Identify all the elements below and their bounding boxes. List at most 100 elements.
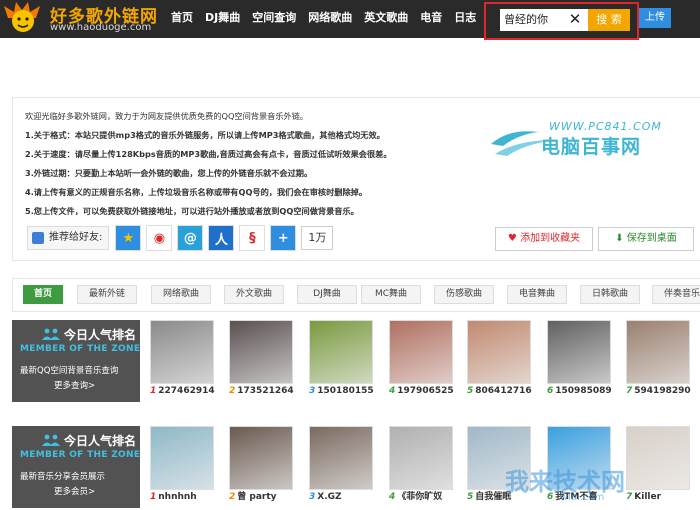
nav-internet-songs[interactable]: 网络歌曲 [303,0,357,38]
avatar-caption[interactable]: 3 150180155 [309,384,375,398]
list-item: 3 150180155 [309,320,375,398]
brand-name: 电脑百事网 [541,136,642,158]
avatar[interactable] [309,426,373,490]
list-item: 3 X.GZ [309,426,375,504]
save-to-desktop-label: 保存到桌面 [626,233,677,244]
avatar[interactable] [229,426,293,490]
tab-foreign[interactable]: 外文歌曲 [224,285,284,304]
intro-rule-4: 4.请上传有意义的正规音乐名称，上传垃圾音乐名称或带有QQ号的，我们会在审核时删… [25,187,368,197]
tab-dj[interactable]: DJ舞曲 [297,285,357,304]
brand-watermark: WWW.PC841.COM 电脑百事网 [489,116,689,164]
rank-row-songs: 今日人气排名 MEMBER OF THE ZONE 最新QQ空间背景音乐查询 更… [12,320,700,402]
avatar-caption[interactable]: 7 594198290 [626,384,692,398]
main-nav: 首页 DJ舞曲 空间查询 网络歌曲 英文歌曲 电音 日志 [166,0,483,38]
nav-english-songs[interactable]: 英文歌曲 [359,0,413,38]
share-count: 1万 [301,226,334,250]
more-share-icon[interactable]: + [270,225,297,251]
nav-dj[interactable]: DJ舞曲 [200,0,245,38]
avatar-caption[interactable]: 1 227462914 [150,384,216,398]
avatar-caption[interactable]: 6 150985089 [547,384,613,398]
avatar[interactable] [467,320,531,384]
thumbs-up-icon [32,232,44,244]
intro-panel: 欢迎光临好多歌外链网，致力于为网友提供优质免费的QQ空间背景音乐外链。 1.关于… [12,97,700,261]
clear-icon[interactable]: ✕ [566,10,584,28]
avatar[interactable] [547,320,611,384]
avatar-caption[interactable]: 2曾 party [229,490,295,504]
tab-jpkr[interactable]: 日韩歌曲 [580,285,640,304]
nav-blog[interactable]: 日志 [449,0,481,38]
tab-mc[interactable]: MC舞曲 [361,285,421,304]
list-item: 7 594198290 [626,320,692,398]
rank-member: MEMBER OF THE ZONE [20,344,141,354]
tab-sad[interactable]: 伤感歌曲 [434,285,494,304]
avatar-caption[interactable]: 1 nhnhnh [150,490,216,504]
weibo-icon[interactable]: ◉ [146,225,173,251]
heart-icon: ♥ [507,233,521,244]
tab-internet[interactable]: 网络歌曲 [151,285,211,304]
list-item: 4 《菲你旷奴 [389,426,455,504]
add-favorite-button[interactable]: ♥ 添加到收藏夹 [495,227,593,251]
avatar[interactable] [626,426,690,490]
list-item: 1 nhnhnh [150,426,216,504]
search-button[interactable]: 搜 索 [588,9,630,31]
nav-space-query[interactable]: 空间查询 [247,0,301,38]
site-watermark-url: wlai.com [560,492,605,503]
rank-member: MEMBER OF THE ZONE [20,450,141,460]
avatar[interactable] [389,426,453,490]
tab-home[interactable]: 首页 [23,285,63,304]
logo-face-icon [4,2,40,32]
category-tabs: 首页 最新外链 网络歌曲 外文歌曲 DJ舞曲 MC舞曲 伤感歌曲 电音舞曲 日韩… [12,278,700,312]
share-label-text: 推荐给好友: [49,232,103,243]
list-item: 7 Killer [626,426,692,504]
avatar[interactable] [389,320,453,384]
nav-electronic[interactable]: 电音 [415,0,447,38]
tab-electronic[interactable]: 电音舞曲 [507,285,567,304]
people-icon [42,328,60,340]
intro-rule-2: 2.关于速度：请尽量上传128Kbps音质的MP3歌曲,音质过高会有点卡，音质过… [25,149,392,159]
nav-home[interactable]: 首页 [166,0,198,38]
top-bar: 好多歌外链网 www.haoduoge.com 首页 DJ舞曲 空间查询 网络歌… [0,0,700,40]
share-bar: 推荐给好友: ★ ◉ @ 人 § + 1万 [27,224,334,252]
upload-button[interactable]: 上传 [639,8,671,28]
intro-rule-1: 1.关于格式：本站只提供mp3格式的音乐外链服务，所以请上传MP3格式歌曲，其他… [25,130,385,140]
download-icon: ⬇ [615,233,627,244]
logo-url: www.haoduoge.com [50,22,152,33]
list-item: 5 806412716 [467,320,533,398]
avatar[interactable] [150,320,214,384]
avatar[interactable] [150,426,214,490]
avatar-caption[interactable]: 3 X.GZ [309,490,375,504]
tab-latest[interactable]: 最新外链 [77,285,137,304]
search-box: 曾经的你 ✕ 搜 索 [484,2,639,40]
people-icon [42,434,60,446]
list-item: 2 173521264 [229,320,295,398]
more-query-link[interactable]: 更多查询> [54,379,95,391]
intro-rule-5: 5.您上传文件，可以免费获取外链接地址，可以进行站外播放或者放到QQ空间做背景音… [25,206,359,216]
rank-card: 今日人气排名 MEMBER OF THE ZONE 最新音乐分享会员展示 更多会… [12,426,140,508]
avatar[interactable] [626,320,690,384]
save-to-desktop-button[interactable]: ⬇ 保存到桌面 [598,227,694,251]
tab-accompaniment[interactable]: 伴奏音乐 [652,285,700,304]
rank-subtitle: 最新音乐分享会员展示 [20,472,106,482]
renren-icon[interactable]: 人 [208,225,235,251]
kaixin-icon[interactable]: § [239,225,266,251]
avatar-caption[interactable]: 2 173521264 [229,384,295,398]
rank-title: 今日人气排名 [64,328,137,342]
tencent-weibo-icon[interactable]: @ [177,225,204,251]
share-label[interactable]: 推荐给好友: [27,226,110,250]
rank-title: 今日人气排名 [64,434,137,448]
intro-rule-3: 3.外链过期：只要勤上本站听一会外链的歌曲，您上传的外链音乐就不会过期。 [25,168,313,178]
site-logo[interactable]: 好多歌外链网 www.haoduoge.com [2,0,162,38]
avatar-caption[interactable]: 5 806412716 [467,384,533,398]
list-item: 1 227462914 [150,320,216,398]
avatar-caption[interactable]: 7 Killer [626,490,692,504]
more-members-link[interactable]: 更多会员> [54,485,95,497]
avatar[interactable] [309,320,373,384]
avatar-caption[interactable]: 4 197906525 [389,384,455,398]
qzone-star-icon[interactable]: ★ [115,225,142,251]
avatar-caption[interactable]: 4 《菲你旷奴 [389,490,455,504]
rank-subtitle: 最新QQ空间背景音乐查询 [20,366,119,376]
intro-welcome: 欢迎光临好多歌外链网，致力于为网友提供优质免费的QQ空间背景音乐外链。 [25,111,309,121]
rank-card: 今日人气排名 MEMBER OF THE ZONE 最新QQ空间背景音乐查询 更… [12,320,140,402]
avatar[interactable] [229,320,293,384]
list-item: 4 197906525 [389,320,455,398]
